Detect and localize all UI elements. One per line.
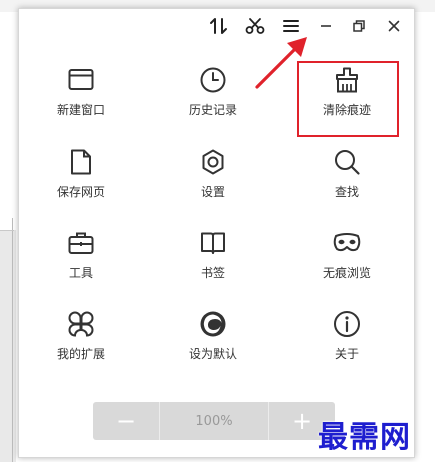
- close-button[interactable]: [380, 12, 408, 40]
- menu-item-set-default[interactable]: 设为默认: [158, 309, 268, 383]
- menu-item-label: 无痕浏览: [322, 266, 371, 280]
- restore-window-icon: [353, 20, 365, 32]
- zoom-control: − 100% +: [93, 402, 335, 440]
- incognito-mask-icon: [332, 228, 362, 258]
- menu-item-bookmarks[interactable]: 书签: [158, 228, 268, 302]
- history-clock-icon: [198, 65, 228, 95]
- menu-item-label: 保存网页: [56, 185, 105, 199]
- watermark-text: 最需网: [318, 420, 411, 455]
- menu-item-label: 书签: [200, 266, 225, 280]
- menu-item-label: 新建窗口: [56, 103, 105, 117]
- menu-item-tools[interactable]: 工具: [26, 228, 136, 302]
- close-icon: [388, 20, 400, 32]
- menu-item-label: 工具: [68, 266, 93, 280]
- menu-item-save-page[interactable]: 保存网页: [26, 147, 136, 221]
- menu-item-new-window[interactable]: 新建窗口: [26, 65, 136, 139]
- menu-item-find[interactable]: 查找: [292, 147, 402, 221]
- restore-button[interactable]: [345, 12, 373, 40]
- zoom-level: 100%: [159, 402, 269, 440]
- bookmark-book-icon: [198, 228, 228, 258]
- toolbox-icon: [66, 228, 96, 258]
- title-bar: [19, 9, 414, 45]
- menu-item-settings[interactable]: 设置: [158, 147, 268, 221]
- sort-arrows-button[interactable]: [205, 12, 233, 40]
- menu-item-about[interactable]: 关于: [292, 309, 402, 383]
- menu-item-label: 我的扩展: [56, 347, 105, 361]
- menu-item-incognito[interactable]: 无痕浏览: [292, 228, 402, 302]
- red-arrow-annotation: [255, 37, 307, 89]
- menu-item-label: 历史记录: [188, 103, 237, 117]
- search-icon: [332, 147, 362, 177]
- new-window-icon: [66, 65, 96, 95]
- background-divider: [0, 230, 14, 231]
- info-icon: [332, 309, 362, 339]
- menu-item-my-extensions[interactable]: 我的扩展: [26, 309, 136, 383]
- menu-item-label: 设置: [200, 185, 225, 199]
- save-page-icon: [66, 147, 96, 177]
- menu-item-label: 设为默认: [188, 347, 237, 361]
- menu-item-label: 关于: [334, 347, 359, 361]
- sort-arrows-icon: [210, 18, 227, 34]
- settings-gear-icon: [198, 147, 228, 177]
- background-window-edge: [0, 230, 16, 462]
- set-default-icon: [198, 309, 228, 339]
- extensions-icon: [66, 309, 96, 339]
- browser-menu-panel: 新建窗口 历史记录 清除痕迹 保存网页 设置 查找 工具 书签 无痕浏览 我的扩…: [18, 8, 415, 458]
- zoom-out-button[interactable]: −: [93, 402, 159, 440]
- background-divider: [12, 218, 13, 462]
- minimize-icon: [321, 25, 331, 27]
- menu-item-label: 查找: [334, 185, 359, 199]
